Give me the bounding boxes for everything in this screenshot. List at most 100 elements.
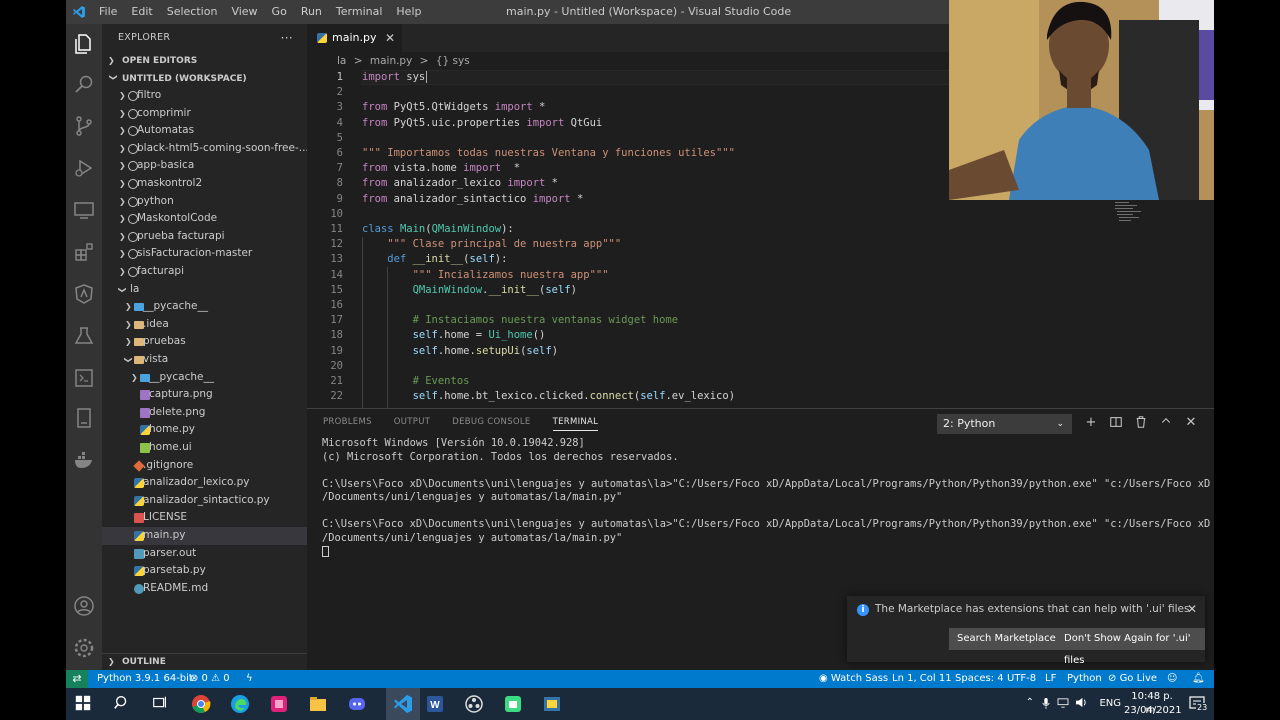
close-icon[interactable]: ✕: [1187, 602, 1197, 616]
new-terminal-icon[interactable]: +: [1083, 415, 1099, 431]
cursor-position[interactable]: Ln 1, Col 11: [892, 670, 952, 688]
file-tree-item[interactable]: ❯ maskontrol2: [102, 175, 307, 193]
terminal-select[interactable]: 2: Python ⌄: [937, 414, 1072, 434]
chrome-icon[interactable]: [191, 694, 211, 714]
file-tree-item[interactable]: ❯ la: [102, 281, 307, 299]
angular-icon[interactable]: [72, 282, 96, 306]
source-control-icon[interactable]: [72, 114, 96, 138]
volume-icon[interactable]: [1075, 697, 1088, 711]
test-icon[interactable]: [72, 324, 96, 348]
file-tree-item[interactable]: analizador_lexico.py: [102, 474, 307, 492]
remote-icon[interactable]: ⇄: [66, 670, 88, 688]
file-tree-item[interactable]: delete.png: [102, 404, 307, 422]
file-tree-item[interactable]: home.py: [102, 421, 307, 439]
breadcrumb-file[interactable]: main.py: [370, 55, 412, 67]
file-tree-item[interactable]: ❯ facturapi: [102, 263, 307, 281]
minimap[interactable]: [1115, 200, 1155, 230]
menu-file[interactable]: File: [92, 0, 124, 24]
close-icon[interactable]: ✕: [385, 24, 395, 52]
database-icon[interactable]: [72, 406, 96, 430]
tab-terminal[interactable]: TERMINAL: [552, 417, 599, 431]
encoding[interactable]: UTF-8: [1007, 670, 1036, 688]
file-tree-item[interactable]: .gitignore: [102, 457, 307, 475]
menu-go[interactable]: Go: [265, 0, 294, 24]
tab-debug-console[interactable]: DEBUG CONSOLE: [452, 417, 530, 431]
file-tree-item[interactable]: ❯ MaskontolCode: [102, 210, 307, 228]
menu-view[interactable]: View: [224, 0, 264, 24]
tab-output[interactable]: OUTPUT: [394, 417, 430, 431]
tab-problems[interactable]: PROBLEMS: [323, 417, 372, 431]
search-icon[interactable]: [113, 694, 133, 714]
file-tree-item[interactable]: ❯ Automatas: [102, 122, 307, 140]
menu-run[interactable]: Run: [294, 0, 329, 24]
microphone-icon[interactable]: [1041, 697, 1051, 712]
file-tree-item[interactable]: ❯ sisFacturacion-master: [102, 245, 307, 263]
problems-indicator[interactable]: ⊗ 0 ⚠ 0: [190, 670, 230, 688]
menu-terminal[interactable]: Terminal: [329, 0, 390, 24]
search-icon[interactable]: [72, 72, 96, 96]
obs-icon[interactable]: [464, 694, 484, 714]
file-tree-item[interactable]: ❯ __pycache__: [102, 298, 307, 316]
end-of-line[interactable]: LF: [1045, 670, 1056, 688]
file-tree-item[interactable]: LICENSE: [102, 509, 307, 527]
indentation[interactable]: Spaces: 4: [955, 670, 1004, 688]
file-tree-item[interactable]: ❯ python: [102, 193, 307, 211]
breadcrumb-symbol[interactable]: {} sys: [436, 55, 470, 67]
clock-date[interactable]: 23/04/2021: [1124, 704, 1182, 718]
vscode-taskbar-icon[interactable]: [386, 688, 420, 720]
run-debug-icon[interactable]: [72, 156, 96, 180]
file-tree-item[interactable]: README.md: [102, 580, 307, 598]
android-app-icon[interactable]: [503, 694, 523, 714]
go-live-button[interactable]: ⊘ Go Live: [1108, 670, 1157, 688]
file-tree-item[interactable]: analizador_sintactico.py: [102, 492, 307, 510]
file-tree-item[interactable]: ❯ prueba facturapi: [102, 228, 307, 246]
breadcrumb-folder[interactable]: la: [337, 55, 346, 67]
file-tree-item[interactable]: captura.png: [102, 386, 307, 404]
terminal-view-icon[interactable]: [72, 366, 96, 390]
file-explorer-icon[interactable]: [308, 694, 328, 714]
windows-start-icon[interactable]: [74, 694, 94, 714]
gear-icon[interactable]: [72, 636, 96, 660]
notification-center-icon[interactable]: 23: [1188, 694, 1209, 714]
lightning-icon[interactable]: ϟ: [246, 670, 253, 688]
python-app-icon[interactable]: [542, 694, 562, 714]
terminal-output[interactable]: Microsoft Windows [Versión 10.0.19042.92…: [322, 437, 1212, 559]
file-tree-item[interactable]: ❯ __pycache__: [102, 369, 307, 387]
explorer-icon[interactable]: [72, 32, 96, 56]
file-tree-item[interactable]: ❯ black-html5-coming-soon-free-...: [102, 140, 307, 158]
outline-section[interactable]: ❯ OUTLINE: [102, 653, 307, 670]
chevron-up-icon[interactable]: ⌃: [1026, 697, 1034, 708]
watch-sass-button[interactable]: ◉ Watch Sass: [819, 670, 888, 688]
dont-show-again-button[interactable]: Don't Show Again for '.ui' files: [1056, 628, 1205, 666]
file-tree-item[interactable]: ❯ pruebas: [102, 333, 307, 351]
extensions-icon[interactable]: [72, 240, 96, 264]
open-editors-section[interactable]: ❯ OPEN EDITORS: [102, 52, 307, 70]
file-tree-item[interactable]: ❯ vista: [102, 351, 307, 369]
python-interpreter[interactable]: Python 3.9.1 64-bit: [97, 670, 193, 688]
search-marketplace-button[interactable]: Search Marketplace: [949, 628, 1064, 650]
trash-icon[interactable]: [1133, 415, 1149, 431]
more-actions-icon[interactable]: ···: [281, 24, 293, 52]
file-tree-item[interactable]: ❯ app-basica: [102, 157, 307, 175]
file-tree-item[interactable]: parsetab.py: [102, 562, 307, 580]
remote-explorer-icon[interactable]: [72, 198, 96, 222]
menu-help[interactable]: Help: [389, 0, 428, 24]
menu-edit[interactable]: Edit: [124, 0, 159, 24]
language-mode[interactable]: Python: [1067, 670, 1102, 688]
file-tree-item[interactable]: ❯ .idea: [102, 316, 307, 334]
discord-icon[interactable]: [347, 694, 367, 714]
workspace-section[interactable]: ❯ UNTITLED (WORKSPACE): [102, 70, 307, 88]
word-icon[interactable]: W: [425, 694, 445, 714]
file-tree-item[interactable]: parser.out: [102, 545, 307, 563]
close-panel-icon[interactable]: ✕: [1183, 415, 1199, 431]
docker-icon[interactable]: [72, 448, 96, 472]
tab-main-py[interactable]: main.py ✕: [307, 24, 402, 52]
file-tree-item[interactable]: main.py: [102, 527, 307, 545]
network-icon[interactable]: [1057, 698, 1069, 711]
media-app-icon[interactable]: [269, 694, 289, 714]
bell-icon[interactable]: 🔔︎: [1192, 670, 1205, 688]
account-icon[interactable]: [72, 594, 96, 618]
menu-selection[interactable]: Selection: [160, 0, 225, 24]
split-terminal-icon[interactable]: [1108, 415, 1124, 431]
task-view-icon[interactable]: [151, 694, 171, 714]
